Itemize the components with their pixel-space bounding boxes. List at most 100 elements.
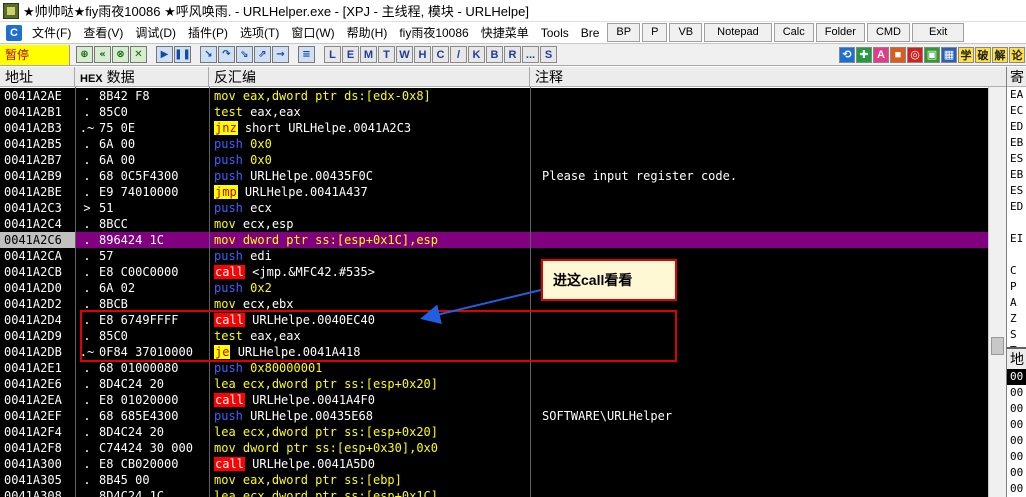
disasm-row[interactable]: 0041A2B3 .~ 75 0E jnz short URLHelpe.0041A2… — [0, 120, 1006, 136]
source-window-button[interactable]: S — [540, 46, 557, 63]
target-icon[interactable]: ◎ — [907, 46, 923, 63]
image-icon[interactable]: ▣ — [924, 46, 940, 63]
close-icon[interactable]: ✕ — [130, 46, 147, 63]
trace-over-icon[interactable]: ⇗ — [254, 46, 271, 63]
monitor-icon[interactable]: ■ — [890, 46, 906, 63]
register-name[interactable]: Z — [1007, 311, 1026, 327]
menu-shortcut[interactable]: 快捷菜单 — [475, 22, 535, 44]
registers-pane[interactable]: 寄 EAECEDEBESEBESEDEICPAZST — [1006, 67, 1026, 347]
forum-label-1[interactable]: 学 — [958, 46, 974, 63]
disasm-row[interactable]: 0041A2C4. 8BCC mov ecx,esp — [0, 216, 1006, 232]
disasm-scrollbar[interactable] — [988, 87, 1006, 497]
execute-till-return-icon[interactable]: → — [272, 46, 289, 63]
disasm-row[interactable]: 0041A308. 8D4C24 1C lea ecx,dword ptr ss:[… — [0, 488, 1006, 497]
forum-label-2[interactable]: 破 — [975, 46, 991, 63]
disasm-row[interactable]: 0041A2AE. 8B42 F8 mov eax,dword ptr ds:[ed… — [0, 88, 1006, 104]
disasm-row[interactable]: 0041A2C3 >51 push ecx — [0, 200, 1006, 216]
disasm-row[interactable]: 0041A305. 8B45 00 mov eax,dword ptr ss:[eb… — [0, 472, 1006, 488]
run-trace-window-button[interactable]: ... — [522, 46, 539, 63]
disasm-row[interactable]: 0041A2B9. 68 0C5F4300 push URLHelpe.00435F… — [0, 168, 1006, 184]
dump-row[interactable]: 00 — [1007, 481, 1026, 497]
disasm-row[interactable]: 0041A2BE. E9 74010000 jmp URLHelpe.0041A43… — [0, 184, 1006, 200]
data-column-header[interactable]: HEX 数据 — [75, 67, 209, 87]
grid-icon[interactable]: ▦ — [941, 46, 957, 63]
run-icon[interactable]: ▶ — [156, 46, 173, 63]
register-name[interactable] — [1007, 247, 1026, 263]
register-name[interactable]: ED — [1007, 199, 1026, 215]
dump-row[interactable]: 00 — [1007, 433, 1026, 449]
menu-tools[interactable]: Tools — [535, 22, 575, 44]
register-name[interactable]: ED — [1007, 119, 1026, 135]
register-name[interactable]: P — [1007, 279, 1026, 295]
disasm-row[interactable]: 0041A2CA. 57 push edi — [0, 248, 1006, 264]
register-name[interactable]: EB — [1007, 135, 1026, 151]
rewind-icon[interactable]: « — [94, 46, 111, 63]
disasm-row[interactable]: 0041A2EA. E8 01020000 call URLHelpe.0041A4… — [0, 392, 1006, 408]
windows-window-button[interactable]: W — [396, 46, 413, 63]
register-name[interactable]: EA — [1007, 87, 1026, 103]
open-icon[interactable]: ⊕ — [76, 46, 93, 63]
dump-row[interactable]: 00 — [1007, 385, 1026, 401]
threads-window-button[interactable]: T — [378, 46, 395, 63]
callstack-window-button[interactable]: K — [468, 46, 485, 63]
dump-selected-row[interactable]: 00 — [1007, 369, 1026, 385]
disasm-row[interactable]: 0041A2E6. 8D4C24 20 lea ecx,dword ptr ss:[… — [0, 376, 1006, 392]
disasm-row[interactable]: 0041A2D0. 6A 02 push 0x2 — [0, 280, 1006, 296]
menu-plugins[interactable]: 插件(P) — [182, 22, 234, 44]
refresh-icon[interactable]: ⟲ — [839, 46, 855, 63]
register-name[interactable]: EC — [1007, 103, 1026, 119]
notepad-button[interactable]: Notepad — [704, 23, 772, 42]
app-icon[interactable] — [3, 2, 19, 19]
disasm-row[interactable]: 0041A2B7. 6A 00 push 0x0 — [0, 152, 1006, 168]
memory-window-button[interactable]: M — [360, 46, 377, 63]
patches-window-button[interactable]: / — [450, 46, 467, 63]
breakpoints-window-button[interactable]: B — [486, 46, 503, 63]
scroll-thumb[interactable] — [991, 337, 1004, 355]
calc-button[interactable]: Calc — [773, 23, 814, 42]
vb-button[interactable]: VB — [669, 23, 703, 42]
menu-file[interactable]: 文件(F) — [26, 22, 77, 44]
dump-row[interactable]: 00 — [1007, 465, 1026, 481]
restart-icon[interactable]: ⊗ — [112, 46, 129, 63]
register-name[interactable]: EB — [1007, 167, 1026, 183]
register-name[interactable]: A — [1007, 295, 1026, 311]
step-over-icon[interactable]: ↷ — [218, 46, 235, 63]
dump-row[interactable]: 00 — [1007, 401, 1026, 417]
p-button[interactable]: P — [642, 23, 668, 42]
forum-label-4[interactable]: 论 — [1009, 46, 1025, 63]
menu-bre[interactable]: Bre — [575, 22, 606, 44]
goto-icon[interactable]: ≡ — [298, 46, 315, 63]
cpu-window-icon[interactable]: C — [6, 24, 22, 41]
modules-window-button[interactable]: E — [342, 46, 359, 63]
references-window-button[interactable]: R — [504, 46, 521, 63]
register-name[interactable]: S — [1007, 327, 1026, 343]
bp-button[interactable]: BP — [607, 23, 641, 42]
menu-debug[interactable]: 调试(D) — [129, 22, 182, 44]
register-name[interactable]: EI — [1007, 231, 1026, 247]
dump-row[interactable]: 00 — [1007, 417, 1026, 433]
disasm-row[interactable]: 0041A2CB. E8 C00C0000 call <jmp.&MFC42.#53… — [0, 264, 1006, 280]
disasm-row[interactable]: 0041A2B5. 6A 00 push 0x0 — [0, 136, 1006, 152]
disasm-row[interactable]: 0041A2C6. 896424 1C mov dword ptr ss:[esp+… — [0, 232, 1006, 248]
register-name[interactable]: ES — [1007, 183, 1026, 199]
disassembly-pane[interactable]: 0041A2AE. 8B42 F8 mov eax,dword ptr ds:[ed… — [0, 87, 1006, 497]
menu-author[interactable]: fiy雨夜10086 — [393, 22, 474, 44]
register-name[interactable] — [1007, 215, 1026, 231]
cmd-button[interactable]: CMD — [866, 23, 910, 42]
menu-help[interactable]: 帮助(H) — [341, 22, 394, 44]
cpu-window-button[interactable]: C — [432, 46, 449, 63]
forum-label-3[interactable]: 解 — [992, 46, 1008, 63]
log-window-button[interactable]: L — [324, 46, 341, 63]
folder-button[interactable]: Folder — [815, 23, 865, 42]
dump-pane[interactable]: 地 00 00 00 00 00 00 00 00 — [1006, 347, 1026, 497]
disasm-row[interactable]: 0041A2B1. 85C0 test eax,eax — [0, 104, 1006, 120]
register-name[interactable]: C — [1007, 263, 1026, 279]
menu-window[interactable]: 窗口(W) — [285, 22, 340, 44]
address-column-header[interactable]: 地址 — [0, 67, 75, 87]
step-into-icon[interactable]: ↘ — [200, 46, 217, 63]
disasm-row[interactable]: 0041A2F4. 8D4C24 20 lea ecx,dword ptr ss:[… — [0, 424, 1006, 440]
handles-window-button[interactable]: H — [414, 46, 431, 63]
pause-icon[interactable]: ❚❚ — [174, 46, 191, 63]
menu-view[interactable]: 查看(V) — [77, 22, 129, 44]
comment-column-header[interactable]: 注释 — [530, 67, 1006, 87]
